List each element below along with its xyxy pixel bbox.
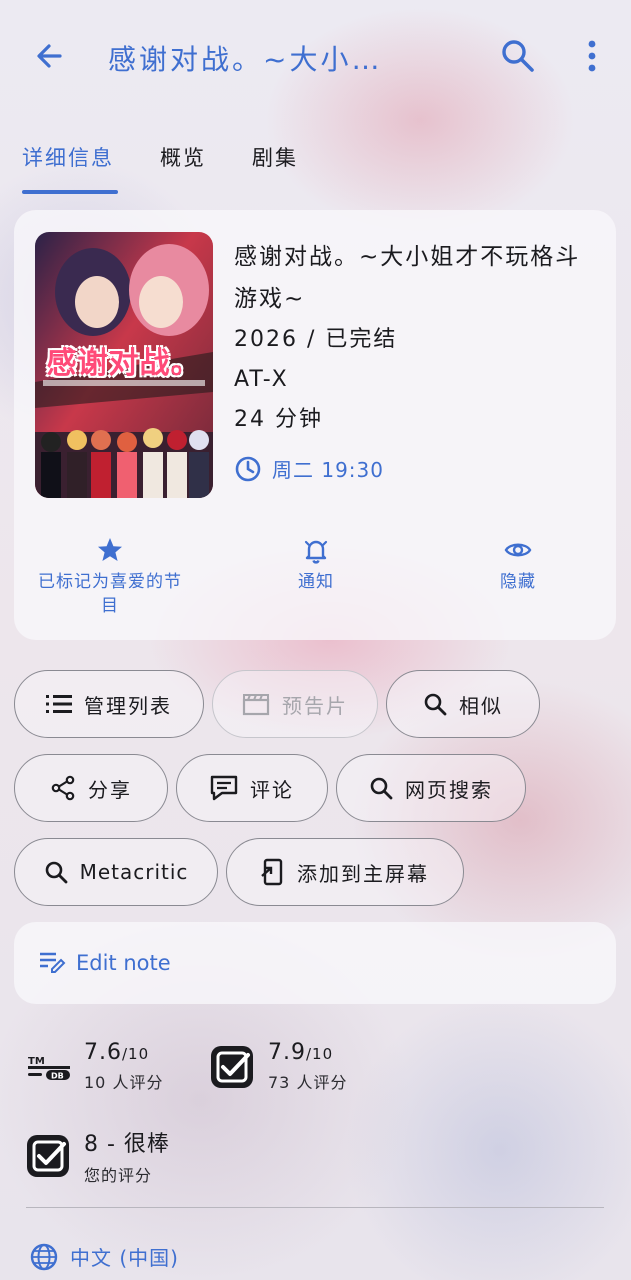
edit-note-icon — [40, 952, 66, 973]
more-vert-icon[interactable] — [578, 36, 606, 76]
search-icon — [370, 777, 393, 800]
hide-label: 隐藏 — [500, 572, 536, 592]
clapperboard-icon — [242, 694, 270, 716]
user-score-label: 您的评分 — [84, 1166, 153, 1185]
bell-icon — [304, 540, 328, 564]
show-details: 感谢对战。~大小姐才不玩格斗游戏~ 2026 / 已完结 AT-X 24 分钟 … — [234, 236, 604, 483]
globe-icon — [30, 1243, 58, 1270]
comments-label: 评论 — [250, 777, 294, 802]
share-icon — [51, 775, 75, 801]
clock-icon — [235, 456, 261, 481]
favorite-label: 已标记为喜爱的节目 — [38, 572, 182, 616]
tmdb-votes: 10 人评分 — [84, 1073, 164, 1092]
star-icon — [98, 538, 122, 561]
add-to-home-button[interactable]: 添加到主屏幕 — [226, 838, 464, 906]
trakt-score-line: 7.9/10 — [268, 1040, 347, 1065]
language-row[interactable]: 中文 (中国) — [30, 1242, 179, 1271]
tab-overview[interactable]: 概览 — [160, 142, 206, 172]
network: AT-X — [234, 367, 289, 392]
poster-title: 感谢对战。 — [46, 346, 202, 381]
list-icon — [46, 695, 72, 713]
top-app-bar: 感谢对战。~大小… — [0, 0, 631, 112]
trakt-check-icon — [211, 1045, 253, 1088]
tmdb-rating[interactable]: TM DB 7.6/10 10 人评分 — [28, 1040, 163, 1093]
manage-list-button[interactable]: 管理列表 — [14, 670, 204, 738]
edit-note-card[interactable]: Edit note — [14, 922, 616, 1004]
tmdb-score-line: 7.6/10 — [84, 1040, 163, 1065]
metacritic-button[interactable]: Metacritic — [14, 838, 218, 906]
tab-details[interactable]: 详细信息 — [22, 142, 114, 172]
tab-indicator — [22, 190, 118, 194]
runtime: 24 分钟 — [234, 407, 323, 432]
add-to-home-label: 添加到主屏幕 — [297, 861, 429, 886]
favorite-button[interactable]: 已标记为喜爱的节目 — [20, 536, 200, 618]
language-label: 中文 (中国) — [70, 1246, 179, 1270]
search-icon[interactable] — [498, 36, 538, 76]
show-info-card: 感谢对战。 感谢对战。~大小姐才不玩格斗游戏~ 2026 / 已完结 AT-X … — [14, 210, 616, 640]
page-title: 感谢对战。~大小… — [108, 43, 383, 76]
search-icon — [45, 861, 67, 884]
eye-icon — [504, 543, 532, 557]
tmdb-score: 7.6 — [84, 1040, 122, 1065]
notify-button[interactable]: 通知 — [226, 536, 406, 594]
add-to-home-icon — [261, 858, 283, 886]
comments-button[interactable]: 评论 — [176, 754, 328, 822]
arrow-back-icon[interactable] — [30, 36, 70, 76]
show-actions: 已标记为喜爱的节目 通知 隐藏 — [14, 536, 616, 626]
year-status: 2026 / 已完结 — [234, 327, 398, 352]
tmdb-logo-icon: TM DB — [28, 1056, 70, 1080]
divider — [26, 1207, 604, 1208]
user-score: 8 - 很棒 — [84, 1132, 170, 1157]
user-rating-check-icon — [27, 1135, 69, 1177]
tab-bar: 详细信息 概览 剧集 — [0, 130, 631, 196]
show-poster[interactable]: 感谢对战。 — [35, 232, 213, 498]
trailer-button[interactable]: 预告片 — [212, 670, 378, 738]
notify-label: 通知 — [298, 572, 334, 592]
web-search-label: 网页搜索 — [405, 777, 493, 802]
manage-list-label: 管理列表 — [84, 693, 172, 718]
edit-note-label: Edit note — [76, 951, 171, 975]
trailer-label: 预告片 — [282, 693, 348, 718]
search-icon — [424, 693, 447, 716]
trakt-rating[interactable]: 7.9/10 73 人评分 — [210, 1040, 347, 1093]
trakt-score-max: /10 — [306, 1045, 334, 1063]
trakt-votes: 73 人评分 — [268, 1073, 348, 1092]
show-title: 感谢对战。~大小姐才不玩格斗游戏~ — [234, 244, 581, 312]
metacritic-label: Metacritic — [79, 860, 189, 884]
hide-button[interactable]: 隐藏 — [428, 536, 608, 594]
comment-icon — [210, 775, 238, 801]
similar-label: 相似 — [459, 693, 503, 718]
share-button[interactable]: 分享 — [14, 754, 168, 822]
trakt-score: 7.9 — [268, 1040, 306, 1065]
svg-text:DB: DB — [51, 1071, 64, 1080]
tmdb-score-max: /10 — [122, 1045, 150, 1063]
similar-button[interactable]: 相似 — [386, 670, 540, 738]
tab-episodes[interactable]: 剧集 — [252, 142, 298, 172]
web-search-button[interactable]: 网页搜索 — [336, 754, 526, 822]
share-label: 分享 — [88, 777, 132, 802]
airing-time: 周二 19:30 — [234, 454, 604, 483]
user-rating[interactable]: 8 - 很棒 您的评分 — [26, 1126, 170, 1186]
airing-time-label: 周二 19:30 — [272, 458, 384, 482]
svg-text:TM: TM — [28, 1056, 45, 1067]
